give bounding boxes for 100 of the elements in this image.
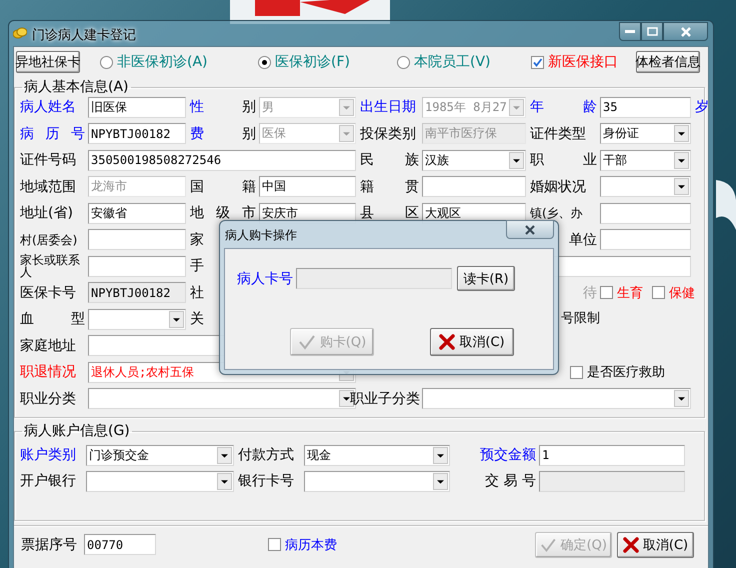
field-label: 村(居委会)	[20, 234, 78, 246]
dropdown[interactable]: 干部	[600, 150, 691, 171]
field-label: 职 业	[530, 152, 598, 168]
group-title: 病人账户信息(G)	[23, 422, 131, 440]
close-button[interactable]	[663, 22, 708, 41]
checkbox[interactable]	[570, 366, 583, 379]
group-title: 病人基本信息(A)	[23, 78, 130, 96]
field-label: 县 区	[360, 205, 420, 222]
field-label: 交 易 号	[485, 473, 537, 489]
field-label: 地址(省)	[20, 205, 74, 222]
field-label: 开户银行	[20, 473, 77, 489]
caret-icon[interactable]	[433, 472, 448, 490]
radio-dot-icon	[262, 60, 267, 64]
checkbox-label[interactable]: 保健	[669, 284, 695, 302]
field-label: 别	[242, 126, 257, 142]
check-icon	[298, 334, 316, 350]
text-field[interactable]	[422, 176, 526, 198]
text-field[interactable]	[600, 202, 691, 224]
field-label: 性	[190, 99, 205, 116]
dropdown[interactable]: 汉族	[422, 150, 526, 171]
field-label: 医保卡号	[20, 284, 77, 301]
field-label: 家庭地址	[20, 338, 77, 354]
checkbox-label[interactable]: 是否医疗救助	[587, 363, 665, 382]
caret-icon[interactable]	[217, 446, 232, 464]
dropdown[interactable]: 门诊预交金	[86, 444, 234, 466]
field-label: 血 型	[20, 311, 86, 328]
checkmark-icon	[532, 56, 543, 68]
checkbox-label[interactable]: 生育	[617, 284, 643, 302]
dropdown[interactable]: 身份证	[600, 123, 691, 144]
radio-label[interactable]: 非医保初诊(A)	[117, 53, 208, 71]
coins-icon	[13, 27, 27, 39]
radio-button[interactable]	[258, 56, 271, 68]
text-field[interactable]: NPYBTJ00182	[88, 123, 186, 144]
checkbox[interactable]	[652, 286, 665, 300]
caret-icon[interactable]	[674, 125, 689, 142]
checkbox-label[interactable]: 新医保接口	[548, 53, 618, 71]
caret-icon[interactable]	[433, 446, 448, 464]
field-label: 职业子分类	[350, 390, 421, 407]
window-title: 门诊病人建卡登记	[32, 27, 136, 44]
field-label: 籍 贯	[360, 178, 420, 195]
dropdown[interactable]: 现金	[304, 444, 450, 466]
close-icon	[680, 26, 690, 36]
caret-icon[interactable]	[169, 310, 184, 328]
field-label: 号限制	[561, 311, 600, 328]
field-label: 镇(乡、办	[530, 207, 584, 220]
cancel-button[interactable]: 取消(C)	[430, 328, 514, 356]
caret-icon[interactable]	[674, 152, 689, 169]
caret-icon[interactable]	[217, 472, 232, 490]
dialog-title: 病人购卡操作	[225, 227, 297, 244]
toolbar-button[interactable]: 异地社保卡	[16, 51, 80, 73]
toolbar-button[interactable]: 体检者信息	[636, 51, 700, 73]
field-label: 国 籍	[190, 178, 257, 195]
close-button[interactable]	[506, 220, 554, 239]
field-label: 银行卡号	[238, 473, 295, 489]
minimize-icon	[625, 30, 635, 33]
text-field[interactable]	[539, 470, 685, 492]
cancel-button[interactable]: 取消(C)	[617, 532, 694, 558]
maximize-button[interactable]	[641, 22, 663, 41]
radio-label[interactable]: 本院员工(V)	[414, 53, 491, 71]
text-field[interactable]: 安徽省	[88, 202, 186, 224]
field-label: 证件号码	[20, 152, 77, 168]
minimize-button[interactable]	[619, 22, 641, 41]
field-label: 待	[583, 284, 598, 301]
radio-button[interactable]	[397, 56, 410, 68]
checkbox[interactable]	[600, 286, 613, 300]
read-card-button[interactable]: 读卡(R)	[457, 266, 515, 291]
checkbox[interactable]	[531, 56, 544, 68]
field-label: 地域范围	[20, 178, 77, 195]
field-label: 付款方式	[238, 447, 295, 463]
maximize-icon	[646, 27, 658, 36]
close-icon	[524, 224, 536, 234]
caret-icon[interactable]	[674, 390, 689, 408]
text-field[interactable]: 00770	[84, 534, 156, 555]
radio-label[interactable]: 医保初诊(F)	[275, 53, 350, 71]
text-field[interactable]	[600, 229, 691, 250]
field-label: 证件类型	[530, 126, 587, 142]
text-field[interactable]: 1	[539, 444, 685, 466]
caret-icon[interactable]	[509, 152, 524, 169]
field-label: 账户类别	[20, 447, 77, 463]
field-label: 病人卡号	[237, 270, 294, 286]
checkbox[interactable]	[268, 538, 281, 551]
text-field[interactable]	[88, 256, 186, 277]
text-field[interactable]	[296, 268, 452, 289]
field-label: 病人姓名	[20, 99, 77, 116]
field-label: 关	[190, 311, 205, 328]
radio-button[interactable]	[100, 56, 113, 68]
field-label: 家长或联系人	[20, 254, 81, 278]
text-field[interactable]	[88, 229, 186, 250]
text-field[interactable]: 35	[600, 96, 691, 118]
text-field[interactable]: NPYBTJ00182	[88, 282, 186, 304]
text-field[interactable]: 350500198508272546	[88, 150, 356, 171]
field-label: 年	[530, 99, 545, 116]
checkbox-label[interactable]: 病历本费	[285, 536, 337, 554]
caret-icon[interactable]	[674, 178, 689, 196]
field-label: 家	[190, 232, 205, 248]
field-label: 地 级 市	[190, 205, 257, 222]
field-label: 费	[190, 126, 205, 142]
text-field[interactable]: 旧医保	[88, 96, 186, 118]
text-field[interactable]: 中国	[259, 176, 356, 198]
cross-icon	[439, 334, 456, 350]
